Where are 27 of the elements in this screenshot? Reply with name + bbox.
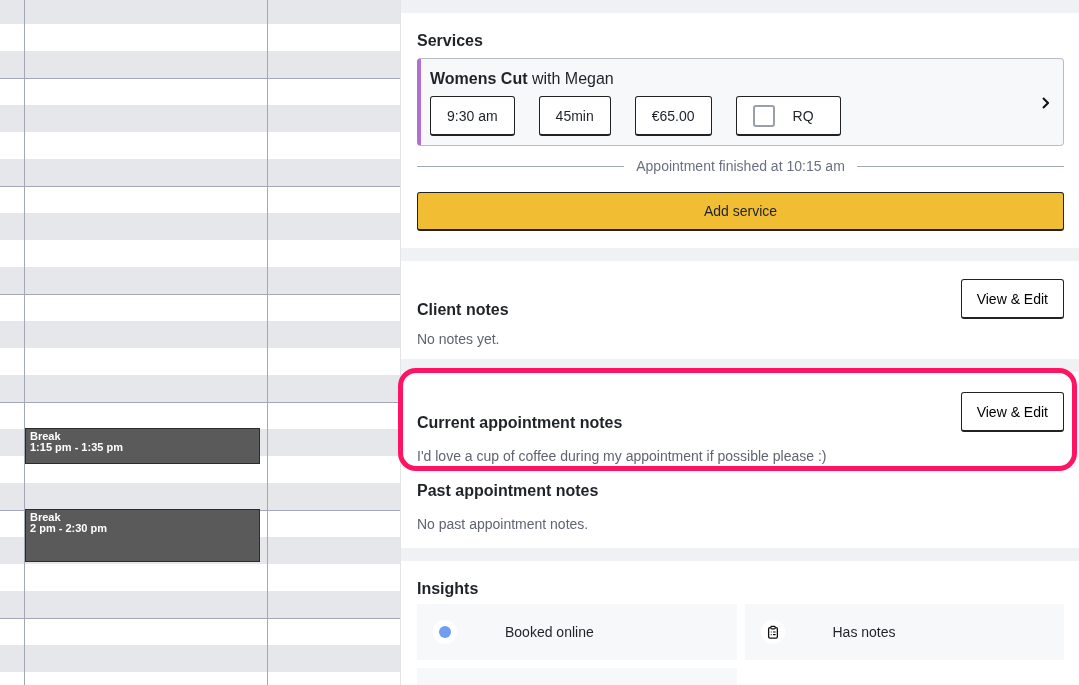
add-service-button[interactable]: Add service	[417, 192, 1064, 231]
request-toggle[interactable]: RQ	[735, 96, 841, 136]
dot-icon	[433, 620, 457, 644]
view-edit-button[interactable]: View & Edit	[960, 392, 1064, 432]
break-event[interactable]: Break 2 pm - 2:30 pm	[25, 509, 260, 562]
notes-text: No notes yet.	[417, 331, 501, 347]
notes-text: No past appointment notes.	[417, 516, 590, 532]
section-heading: Past appointment notes	[417, 482, 600, 500]
section-heading: Services	[417, 32, 484, 50]
chevron-right-icon[interactable]	[1041, 97, 1049, 109]
clipboard-icon	[760, 620, 785, 644]
section-heading: Insights	[417, 580, 480, 598]
service-card[interactable]: Womens Cut with Megan 9:30 am 45min €65.00 RQ	[417, 58, 1064, 146]
notes-text: I'd love a cup of coffee during my appointment if possible please :)	[417, 448, 828, 464]
section-heading: Client notes	[417, 301, 509, 319]
service-title: Womens Cut with Megan	[430, 70, 615, 88]
time-chip[interactable]: 9:30 am	[430, 96, 515, 136]
checkbox[interactable]	[752, 104, 775, 127]
price-chip[interactable]: €65.00	[634, 96, 712, 136]
section-heading: Current appointment notes	[417, 414, 623, 432]
view-edit-button[interactable]: View & Edit	[960, 279, 1064, 319]
insight-label: Booked online	[505, 624, 594, 640]
insight-label: Has notes	[832, 624, 896, 640]
duration-chip[interactable]: 45min	[538, 96, 611, 136]
calendar-grid[interactable]: Break 1:15 pm - 1:35 pm Break 2 pm - 2:30 pm	[0, 0, 400, 685]
finished-text: Appointment finished at 10:15 am	[636, 158, 845, 174]
break-event[interactable]: Break 1:15 pm - 1:35 pm	[25, 428, 260, 464]
